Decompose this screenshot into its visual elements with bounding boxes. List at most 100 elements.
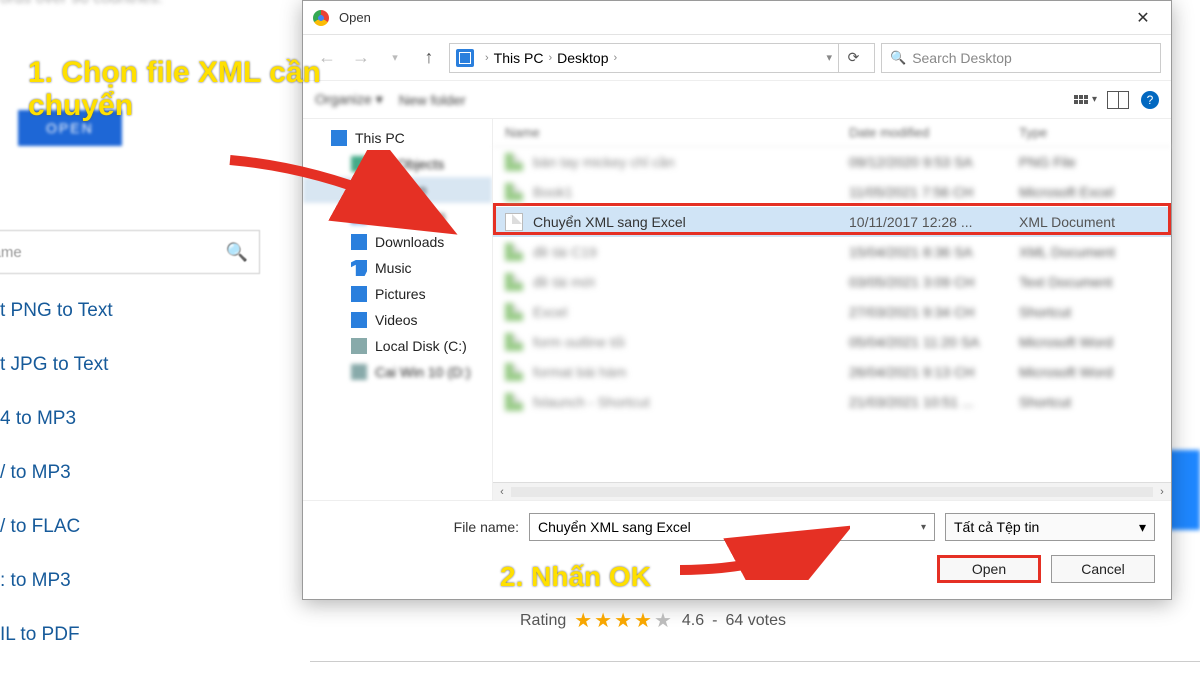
help-icon[interactable]: ?: [1141, 91, 1159, 109]
bg-link[interactable]: t PNG to Text: [0, 300, 113, 322]
bg-link[interactable]: : to MP3: [0, 570, 113, 592]
bg-link[interactable]: IL to PDF: [0, 624, 113, 646]
search-icon: 🔍: [890, 50, 906, 66]
rating-value: 4.6: [682, 612, 704, 630]
filename-label: File name:: [319, 519, 519, 535]
organize-button[interactable]: Organize ▾: [315, 91, 383, 108]
folder-icon: [331, 130, 347, 146]
tree-item[interactable]: This PC: [303, 125, 492, 151]
bg-link[interactable]: / to MP3: [0, 462, 113, 484]
breadcrumb[interactable]: › This PC › Desktop › ▾ ⟳: [449, 43, 875, 73]
file-row[interactable]: đề tài mới03/05/2021 3:09 CHText Documen…: [493, 267, 1171, 297]
chevron-down-icon[interactable]: ▾: [820, 51, 838, 64]
tree-item-label: Documents: [375, 208, 446, 224]
tree-item[interactable]: Documents: [303, 203, 492, 229]
tree-item[interactable]: 3D Objects: [303, 151, 492, 177]
filename-input[interactable]: Chuyển XML sang Excel ▾: [529, 513, 935, 541]
bg-open-button[interactable]: OPEN: [18, 110, 122, 146]
file-icon: [505, 183, 523, 201]
folder-icon: [351, 234, 367, 250]
file-row[interactable]: bàn tay mickey chỉ cần09/12/2020 9:53 SA…: [493, 147, 1171, 177]
titlebar: Open ✕: [303, 1, 1171, 35]
filter-value: Tất cả Tệp tin: [954, 519, 1039, 535]
bg-link[interactable]: / to FLAC: [0, 516, 113, 538]
tree-item[interactable]: Videos: [303, 307, 492, 333]
file-icon: [505, 213, 523, 231]
file-row[interactable]: Chuyển XML sang Excel10/11/2017 12:28 ..…: [493, 207, 1171, 237]
tree-item[interactable]: Local Disk (C:): [303, 333, 492, 359]
file-type: XML Document: [1019, 244, 1159, 260]
file-list[interactable]: bàn tay mickey chỉ cần09/12/2020 9:53 SA…: [493, 147, 1171, 482]
file-date: 03/05/2021 3:09 CH: [849, 274, 1019, 290]
column-name[interactable]: Name: [505, 125, 849, 140]
tree-item-label: 3D Objects: [375, 156, 444, 172]
chevron-down-icon[interactable]: ▾: [381, 44, 409, 72]
file-name: đề tài C19: [533, 244, 849, 260]
dialog-title: Open: [339, 10, 371, 25]
up-icon[interactable]: ↑: [415, 44, 443, 72]
breadcrumb-folder[interactable]: Desktop: [557, 50, 608, 66]
file-name: format bài hàm: [533, 364, 849, 380]
toolbar: Organize ▾ New folder ▾ ?: [303, 81, 1171, 119]
rating-label: Rating: [520, 612, 566, 630]
file-type-filter[interactable]: Tất cả Tệp tin ▾: [945, 513, 1155, 541]
back-icon[interactable]: ←: [313, 44, 341, 72]
open-button[interactable]: Open: [937, 555, 1041, 583]
chevron-down-icon[interactable]: ▾: [1139, 519, 1146, 536]
file-type: Microsoft Excel: [1019, 184, 1159, 200]
rating-row: Rating ★★★★★ 4.6 - 64 votes: [520, 608, 786, 633]
file-name: Book1: [533, 184, 849, 200]
bg-link[interactable]: 4 to MP3: [0, 408, 113, 430]
file-date: 11/05/2021 7:56 CH: [849, 184, 1019, 200]
cancel-button[interactable]: Cancel: [1051, 555, 1155, 583]
bg-link[interactable]: t JPG to Text: [0, 354, 113, 376]
folder-icon: [351, 208, 367, 224]
folder-icon: [351, 156, 367, 172]
chevron-down-icon[interactable]: ▾: [921, 522, 926, 533]
preview-pane-button[interactable]: [1107, 91, 1129, 109]
tree-item[interactable]: Downloads: [303, 229, 492, 255]
search-placeholder: Search Desktop: [912, 50, 1012, 66]
file-date: 26/04/2021 9:13 CH: [849, 364, 1019, 380]
forward-icon[interactable]: →: [347, 44, 375, 72]
file-row[interactable]: form outline tối05/04/2021 11:20 SAMicro…: [493, 327, 1171, 357]
breadcrumb-root[interactable]: This PC: [494, 50, 544, 66]
bg-search-box[interactable]: r name 🔍: [0, 230, 260, 274]
search-input[interactable]: 🔍 Search Desktop: [881, 43, 1161, 73]
file-name: fxlaunch - Shortcut: [533, 394, 849, 410]
file-row[interactable]: fxlaunch - Shortcut21/03/2021 10:51 ...S…: [493, 387, 1171, 417]
file-date: 21/03/2021 10:51 ...: [849, 394, 1019, 410]
file-date: 10/11/2017 12:28 ...: [849, 214, 1019, 230]
file-row[interactable]: format bài hàm26/04/2021 9:13 CHMicrosof…: [493, 357, 1171, 387]
refresh-icon[interactable]: ⟳: [838, 44, 868, 72]
folder-tree[interactable]: This PC 3D Objects Desktop Documents Downloa…: [303, 119, 493, 500]
file-area: Name Date modified Type bàn tay mickey c…: [493, 119, 1171, 500]
file-type: Shortcut: [1019, 304, 1159, 320]
close-icon[interactable]: ✕: [1121, 1, 1165, 34]
file-row[interactable]: Excel27/03/2021 9:34 CHShortcut: [493, 297, 1171, 327]
file-list-header[interactable]: Name Date modified Type: [493, 119, 1171, 147]
file-type: Microsoft Word: [1019, 364, 1159, 380]
file-type: PNG File: [1019, 154, 1159, 170]
new-folder-button[interactable]: New folder: [399, 92, 466, 108]
bg-search-input[interactable]: r name: [0, 244, 215, 261]
column-type[interactable]: Type: [1019, 125, 1159, 140]
file-type: Text Document: [1019, 274, 1159, 290]
folder-icon: [351, 338, 367, 354]
tree-item-label: Downloads: [375, 234, 444, 250]
view-mode-button[interactable]: ▾: [1074, 94, 1097, 105]
rating-count: 64 votes: [725, 612, 785, 630]
horizontal-scrollbar[interactable]: ‹›: [493, 482, 1171, 500]
tree-item-label: This PC: [355, 130, 405, 146]
tree-item[interactable]: Desktop: [303, 177, 492, 203]
file-date: 09/12/2020 9:53 SA: [849, 154, 1019, 170]
column-date[interactable]: Date modified: [849, 125, 1019, 140]
tree-item[interactable]: Cai Win 10 (D:): [303, 359, 492, 385]
file-date: 15/04/2021 8:36 SA: [849, 244, 1019, 260]
file-row[interactable]: đề tài C1915/04/2021 8:36 SAXML Document: [493, 237, 1171, 267]
file-name: đề tài mới: [533, 274, 849, 290]
tree-item[interactable]: Music: [303, 255, 492, 281]
file-row[interactable]: Book111/05/2021 7:56 CHMicrosoft Excel: [493, 177, 1171, 207]
search-icon: 🔍: [215, 242, 259, 263]
tree-item[interactable]: Pictures: [303, 281, 492, 307]
